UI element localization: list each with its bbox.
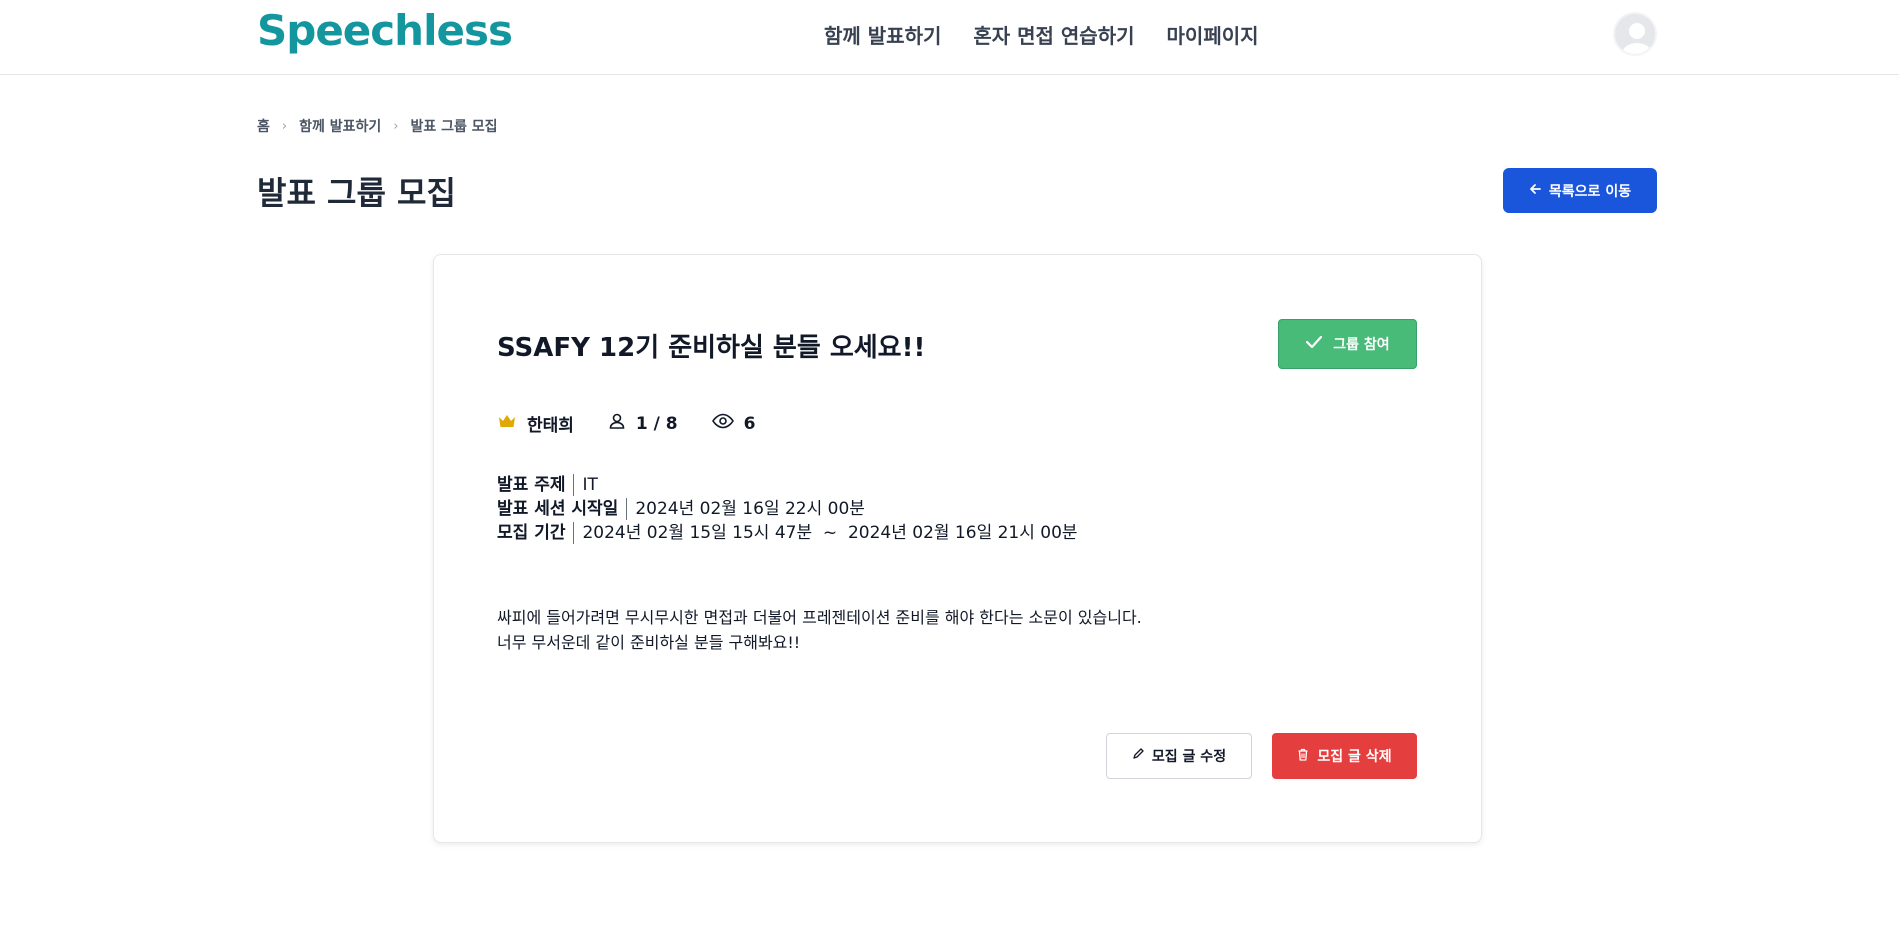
user-avatar-icon xyxy=(1615,14,1655,54)
post-description: 싸피에 들어가려면 무시무시한 면접과 더불어 프레젠테이션 준비를 해야 한다… xyxy=(497,605,1142,655)
logo[interactable]: Speechless xyxy=(257,6,513,55)
check-icon xyxy=(1305,335,1323,353)
nav-item-group-presentation[interactable]: 함께 발표하기 xyxy=(824,20,941,49)
user-icon xyxy=(608,412,626,435)
view-info: 6 xyxy=(711,413,756,434)
eye-icon xyxy=(711,413,734,434)
author-name: 한태희 xyxy=(527,416,574,436)
nav-item-solo-interview[interactable]: 혼자 면접 연습하기 xyxy=(973,20,1134,49)
session-row: 발표 세션 시작일 2024년 02월 16일 22시 00분 xyxy=(497,497,1078,521)
edit-post-button[interactable]: 모집 글 수정 xyxy=(1106,733,1252,779)
breadcrumb-group-presentation[interactable]: 함께 발표하기 xyxy=(299,116,381,136)
participant-info: 1 / 8 xyxy=(608,412,678,435)
divider xyxy=(573,522,575,544)
session-label: 발표 세션 시작일 xyxy=(497,499,619,519)
period-row: 모집 기간 2024년 02월 15일 15시 47분 ~ 2024년 02월 … xyxy=(497,521,1078,545)
author-info: 한태희 xyxy=(497,411,574,436)
description-line: 너무 무서운데 같이 준비하실 분들 구해봐요!! xyxy=(497,633,801,652)
breadcrumb-current: 발표 그룹 모집 xyxy=(410,119,498,135)
chevron-right-icon: › xyxy=(281,118,288,134)
back-to-list-label: 목록으로 이동 xyxy=(1548,183,1632,200)
description-line: 싸피에 들어가려면 무시무시한 면접과 더불어 프레젠테이션 준비를 해야 한다… xyxy=(497,608,1142,627)
topic-value: IT xyxy=(582,475,598,495)
page-title: 발표 그룹 모집 xyxy=(257,174,456,212)
participant-count: 1 / 8 xyxy=(635,413,678,434)
post-meta: 한태희 1 / 8 6 xyxy=(497,411,789,436)
edit-post-label: 모집 글 수정 xyxy=(1151,749,1227,765)
crown-icon xyxy=(497,413,517,434)
period-value: 2024년 02월 15일 15시 47분 ~ 2024년 02월 16일 21… xyxy=(582,523,1078,543)
session-value: 2024년 02월 16일 22시 00분 xyxy=(635,499,865,519)
topic-label: 발표 주제 xyxy=(497,475,566,495)
avatar[interactable] xyxy=(1613,12,1657,56)
post-info: 발표 주제 IT 발표 세션 시작일 2024년 02월 16일 22시 00분… xyxy=(497,473,1078,545)
view-count: 6 xyxy=(743,413,756,434)
chevron-right-icon: › xyxy=(393,118,399,134)
back-to-list-button[interactable]: 목록으로 이동 xyxy=(1503,168,1657,213)
join-group-button[interactable]: 그룹 참여 xyxy=(1278,319,1417,369)
post-card: SSAFY 12기 준비하실 분들 오세요!! 그룹 참여 한태희 1 / 8 … xyxy=(433,254,1482,843)
topic-row: 발표 주제 IT xyxy=(497,473,1078,497)
breadcrumb: 홈 › 함께 발표하기 › 발표 그룹 모집 xyxy=(257,116,497,136)
post-title: SSAFY 12기 준비하실 분들 오세요!! xyxy=(497,333,926,363)
period-label: 모집 기간 xyxy=(497,523,566,543)
divider xyxy=(626,498,628,520)
nav-item-mypage[interactable]: 마이페이지 xyxy=(1167,20,1259,49)
delete-post-label: 모집 글 삭제 xyxy=(1317,749,1392,765)
delete-post-button[interactable]: 모집 글 삭제 xyxy=(1272,733,1417,779)
trash-icon xyxy=(1297,748,1309,765)
pencil-icon xyxy=(1132,748,1144,764)
divider xyxy=(573,474,575,496)
arrow-left-icon xyxy=(1529,183,1541,199)
join-group-label: 그룹 참여 xyxy=(1333,337,1390,353)
main-nav: 함께 발표하기 혼자 면접 연습하기 마이페이지 xyxy=(824,20,1291,49)
top-header: Speechless 함께 발표하기 혼자 면접 연습하기 마이페이지 xyxy=(0,0,1899,75)
breadcrumb-home[interactable]: 홈 xyxy=(257,116,270,136)
